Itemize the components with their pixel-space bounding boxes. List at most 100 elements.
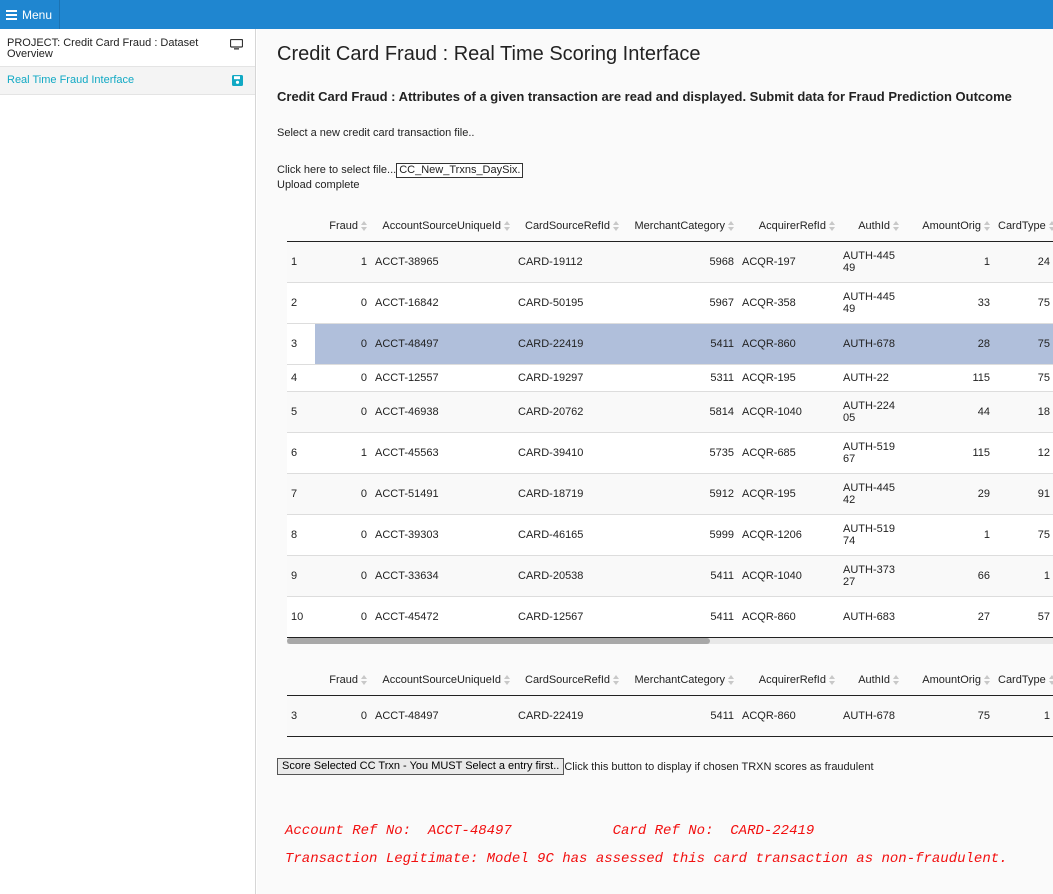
table-row[interactable]: 1 1 ACCT-38965 CARD-19112 5968 ACQR-197 AUTH-4… bbox=[287, 240, 1053, 282]
cell-auth: AUTH-51967 bbox=[839, 431, 903, 473]
cell-amount: 28 bbox=[903, 322, 994, 364]
cell-acquirer: ACQR-860 bbox=[738, 595, 839, 637]
header-amount[interactable]: AmountOrig bbox=[903, 212, 994, 242]
cell-cardtype: 57 bbox=[994, 595, 1053, 637]
header-card[interactable]: CardSourceRefId bbox=[514, 666, 623, 696]
sort-icon bbox=[504, 675, 510, 686]
table-row[interactable]: 3 0 ACCT-48497 CARD-22419 5411 ACQR-860 … bbox=[287, 694, 1053, 736]
header-account[interactable]: AccountSourceUniqueId bbox=[371, 666, 514, 696]
sidebar-item-label: Real Time Fraud Interface bbox=[7, 74, 135, 86]
cell-account: ACCT-48497 bbox=[371, 694, 514, 736]
sort-icon bbox=[361, 221, 367, 232]
sort-icon bbox=[613, 675, 619, 686]
sort-icon bbox=[728, 221, 734, 232]
table-row[interactable]: 8 0 ACCT-39303 CARD-46165 5999 ACQR-1206 AUTH-… bbox=[287, 513, 1053, 555]
header-auth[interactable]: AuthId bbox=[839, 666, 903, 696]
cell-card: CARD-18719 bbox=[514, 472, 623, 514]
cell-acquirer: ACQR-860 bbox=[738, 694, 839, 736]
sidebar-item-dataset-overview[interactable]: PROJECT: Credit Card Fraud : Dataset Ove… bbox=[0, 29, 255, 67]
cell-card: CARD-20762 bbox=[514, 390, 623, 432]
cell-index: 10 bbox=[287, 595, 315, 637]
cell-cardtype: 75 bbox=[994, 513, 1053, 555]
header-fraud[interactable]: Fraud bbox=[315, 666, 371, 696]
table-row[interactable]: 3 0 ACCT-48497 CARD-22419 5411 ACQR-860 AUTH-6… bbox=[287, 322, 1053, 364]
cell-account: ACCT-48497 bbox=[371, 322, 514, 364]
header-fraud[interactable]: Fraud bbox=[315, 212, 371, 242]
score-transaction-button[interactable]: Score Selected CC Trxn - You MUST Select… bbox=[277, 758, 565, 775]
header-cardtype[interactable]: CardType bbox=[994, 212, 1053, 242]
table-row[interactable]: 4 0 ACCT-12557 CARD-19297 5311 ACQR-195 AUTH-2… bbox=[287, 363, 1053, 391]
table-header-row: Fraud AccountSourceUniqueId CardSourceRe… bbox=[287, 666, 1053, 696]
table-row[interactable]: 6 1 ACCT-45563 CARD-39410 5735 ACQR-685 AUTH-5… bbox=[287, 431, 1053, 473]
cell-account: ACCT-38965 bbox=[371, 240, 514, 282]
cell-account: ACCT-33634 bbox=[371, 554, 514, 596]
result-reference-line: Account Ref No: ACCT-48497 Card Ref No: … bbox=[285, 823, 815, 839]
save-icon bbox=[232, 75, 243, 89]
sort-icon bbox=[893, 675, 899, 686]
table-row[interactable]: 7 0 ACCT-51491 CARD-18719 5912 ACQR-195 AUTH-4… bbox=[287, 472, 1053, 514]
header-acquirer[interactable]: AcquirerRefId bbox=[738, 212, 839, 242]
header-cardtype[interactable]: CardType bbox=[994, 666, 1053, 696]
monitor-icon bbox=[229, 38, 244, 53]
menu-button[interactable]: Menu bbox=[0, 0, 60, 29]
table-row[interactable]: 10 0 ACCT-45472 CARD-12567 5411 ACQR-860 AUTH-… bbox=[287, 595, 1053, 637]
header-account[interactable]: AccountSourceUniqueId bbox=[371, 212, 514, 242]
sort-icon bbox=[984, 221, 990, 232]
cell-acquirer: ACQR-1040 bbox=[738, 390, 839, 432]
table-row[interactable]: 2 0 ACCT-16842 CARD-50195 5967 ACQR-358 AUTH-4… bbox=[287, 281, 1053, 323]
hamburger-icon bbox=[6, 10, 17, 20]
cell-index: 3 bbox=[287, 322, 315, 364]
cell-merchant: 5912 bbox=[623, 472, 738, 514]
cell-amount: 1 bbox=[903, 513, 994, 555]
cell-card: CARD-19112 bbox=[514, 240, 623, 282]
cell-cardtype: 1 bbox=[994, 554, 1053, 596]
cell-account: ACCT-45563 bbox=[371, 431, 514, 473]
cell-index: 8 bbox=[287, 513, 315, 555]
sort-icon bbox=[504, 221, 510, 232]
table-row[interactable]: 9 0 ACCT-33634 CARD-20538 5411 ACQR-1040 AUTH-… bbox=[287, 554, 1053, 596]
score-button-hint: Click this button to display if chosen T… bbox=[564, 760, 874, 773]
cell-merchant: 5967 bbox=[623, 281, 738, 323]
cell-cardtype: 12 bbox=[994, 431, 1053, 473]
cell-amount: 29 bbox=[903, 472, 994, 514]
result-outcome-line: Transaction Legitimate: Model 9C has ass… bbox=[285, 851, 1008, 867]
scrollbar-thumb[interactable] bbox=[287, 638, 710, 644]
sort-icon bbox=[829, 221, 835, 232]
file-select-label: Click here to select file... bbox=[277, 164, 397, 176]
cell-auth: AUTH-44549 bbox=[839, 281, 903, 323]
table-horizontal-scrollbar[interactable] bbox=[287, 638, 1053, 644]
cell-fraud: 0 bbox=[315, 363, 371, 391]
cell-index: 5 bbox=[287, 390, 315, 432]
cell-acquirer: ACQR-860 bbox=[738, 322, 839, 364]
header-auth[interactable]: AuthId bbox=[839, 212, 903, 242]
cell-merchant: 5735 bbox=[623, 431, 738, 473]
cell-index: 9 bbox=[287, 554, 315, 596]
cell-index: 2 bbox=[287, 281, 315, 323]
cell-cardtype: 75 bbox=[994, 363, 1053, 391]
cell-card: CARD-19297 bbox=[514, 363, 623, 391]
cell-index: 7 bbox=[287, 472, 315, 514]
header-acquirer[interactable]: AcquirerRefId bbox=[738, 666, 839, 696]
sidebar-item-real-time-fraud[interactable]: Real Time Fraud Interface bbox=[0, 67, 255, 95]
cell-fraud: 0 bbox=[315, 322, 371, 364]
cell-index: 1 bbox=[287, 240, 315, 282]
cell-amount: 33 bbox=[903, 281, 994, 323]
table-row[interactable]: 5 0 ACCT-46938 CARD-20762 5814 ACQR-1040 AUTH-… bbox=[287, 390, 1053, 432]
header-card[interactable]: CardSourceRefId bbox=[514, 212, 623, 242]
sort-icon bbox=[984, 675, 990, 686]
header-index bbox=[287, 666, 315, 696]
cell-card: CARD-22419 bbox=[514, 694, 623, 736]
transactions-table: Fraud AccountSourceUniqueId CardSourceRe… bbox=[287, 212, 1053, 638]
cell-account: ACCT-39303 bbox=[371, 513, 514, 555]
cell-card: CARD-20538 bbox=[514, 554, 623, 596]
header-merchant[interactable]: MerchantCategory bbox=[623, 212, 738, 242]
cell-auth: AUTH-683 bbox=[839, 595, 903, 637]
header-amount[interactable]: AmountOrig bbox=[903, 666, 994, 696]
cell-auth: AUTH-678 bbox=[839, 694, 903, 736]
header-merchant[interactable]: MerchantCategory bbox=[623, 666, 738, 696]
file-select-button[interactable]: CC_New_Trxns_DaySix. bbox=[396, 163, 524, 178]
cell-fraud: 1 bbox=[315, 431, 371, 473]
cell-account: ACCT-51491 bbox=[371, 472, 514, 514]
cell-auth: AUTH-51974 bbox=[839, 513, 903, 555]
cell-amount: 115 bbox=[903, 431, 994, 473]
